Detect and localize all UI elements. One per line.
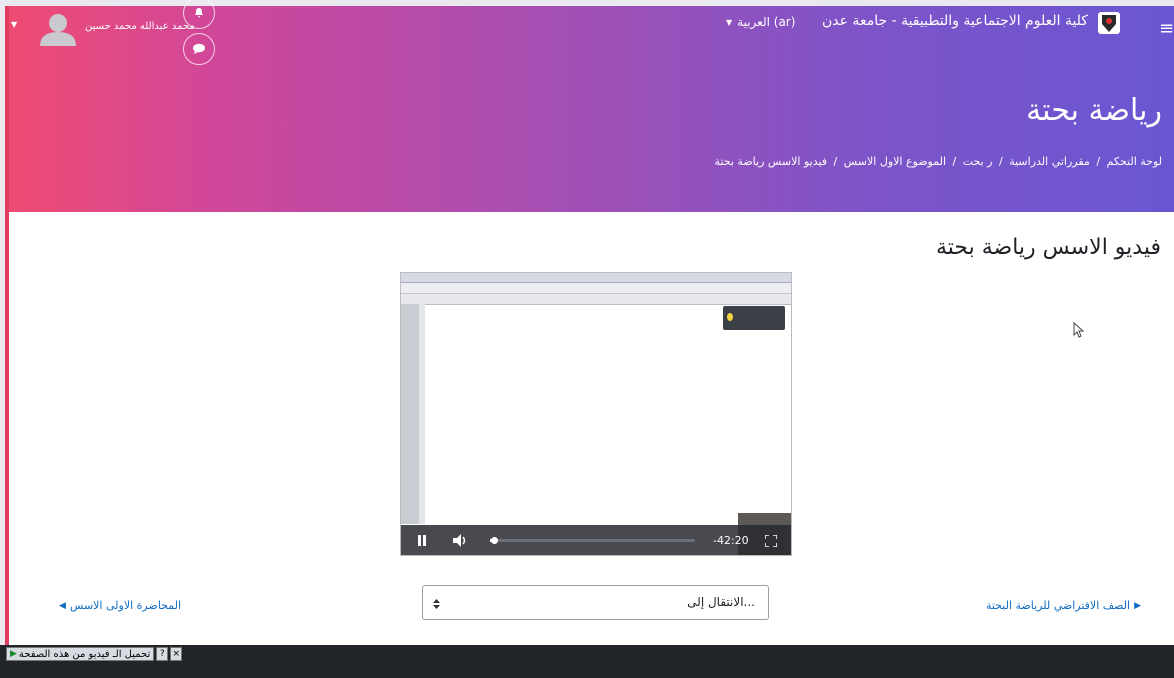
prev-activity-label: المحاضرة الاولى الاسس bbox=[69, 599, 182, 612]
video-window-toolbar bbox=[401, 283, 791, 294]
user-menu-chevron-icon[interactable]: ▼ bbox=[11, 20, 17, 29]
breadcrumb-item-course[interactable]: ر بحت bbox=[963, 155, 993, 168]
help-icon[interactable]: ? bbox=[156, 647, 169, 661]
activity-title: فيديو الاسس رياضة بحتة bbox=[936, 235, 1161, 260]
lightbulb-icon bbox=[727, 313, 733, 321]
language-label: العربية (ar) bbox=[737, 15, 796, 29]
menu-icon[interactable]: ≡ bbox=[1159, 20, 1174, 38]
jump-to-select[interactable]: الانتقال إلى... bbox=[422, 585, 769, 620]
site-name[interactable]: كلية العلوم الاجتماعية والتطبيقية - جامع… bbox=[822, 13, 1088, 29]
messages-button[interactable] bbox=[183, 33, 215, 65]
breadcrumb-item-current[interactable]: فيديو الاسس رياضة بحتة bbox=[715, 155, 828, 168]
bell-icon bbox=[195, 8, 203, 18]
sort-arrows-icon bbox=[433, 599, 440, 609]
download-video-label: تحميل الـ فيديو من هذه الصفحة bbox=[18, 648, 151, 660]
arrow-right-icon: ▶ bbox=[1134, 600, 1141, 611]
video-progress-track[interactable] bbox=[490, 537, 695, 544]
pause-icon[interactable] bbox=[417, 535, 427, 546]
volume-icon[interactable] bbox=[453, 534, 469, 547]
chevron-down-icon: ▼ bbox=[726, 17, 733, 27]
user-name[interactable]: محمد عبدالله محمد حسين bbox=[85, 21, 195, 32]
breadcrumb-separator: / bbox=[833, 155, 838, 168]
video-window-toolbar2 bbox=[401, 294, 791, 305]
arrow-left-icon: ◀ bbox=[59, 600, 66, 611]
page-title: رياضة بحتة bbox=[1026, 93, 1162, 128]
fullscreen-icon[interactable] bbox=[765, 535, 777, 547]
video-window-scrollbar bbox=[419, 304, 425, 524]
breadcrumb-item-topic[interactable]: الموضوع الاول الاسس bbox=[844, 155, 946, 168]
university-logo[interactable] bbox=[1098, 12, 1120, 34]
breadcrumb-item-dashboard[interactable]: لوحة التحكم bbox=[1107, 155, 1162, 168]
video-player[interactable]: -42:20 bbox=[400, 272, 792, 556]
chat-icon bbox=[193, 43, 205, 54]
crest-icon bbox=[1102, 15, 1116, 32]
breadcrumb-separator: / bbox=[952, 155, 957, 168]
avatar[interactable] bbox=[38, 12, 78, 46]
next-activity-label: الصف الافتراضي للرياضة البحتة bbox=[985, 599, 1131, 612]
breadcrumb-separator: / bbox=[1096, 155, 1101, 168]
jump-to-placeholder: الانتقال إلى... bbox=[687, 595, 755, 609]
breadcrumb-item-my-courses[interactable]: مقرراتي الدراسية bbox=[1009, 155, 1090, 168]
download-play-icon: ▶ bbox=[10, 649, 17, 659]
breadcrumb-separator: / bbox=[999, 155, 1003, 168]
next-activity-link[interactable]: الصف الافتراضي للرياضة البحتة ▶ bbox=[986, 599, 1141, 612]
download-video-button[interactable]: ▶ تحميل الـ فيديو من هذه الصفحة bbox=[6, 647, 155, 661]
video-time-remaining: -42:20 bbox=[713, 534, 749, 547]
prev-activity-link[interactable]: ◀ المحاضرة الاولى الاسس bbox=[59, 599, 181, 612]
user-avatar-icon bbox=[40, 14, 76, 46]
breadcrumb: لوحة التحكم / مقرراتي الدراسية / ر بحت /… bbox=[715, 155, 1162, 168]
language-menu[interactable]: ▼ العربية (ar) bbox=[726, 15, 795, 29]
video-window-sidebar bbox=[401, 304, 419, 524]
video-window-titlebar bbox=[401, 273, 791, 283]
close-icon[interactable]: × bbox=[170, 647, 183, 661]
mouse-cursor-icon bbox=[1073, 322, 1085, 338]
video-download-bar: ▶ تحميل الـ فيديو من هذه الصفحة ? × bbox=[6, 647, 183, 661]
